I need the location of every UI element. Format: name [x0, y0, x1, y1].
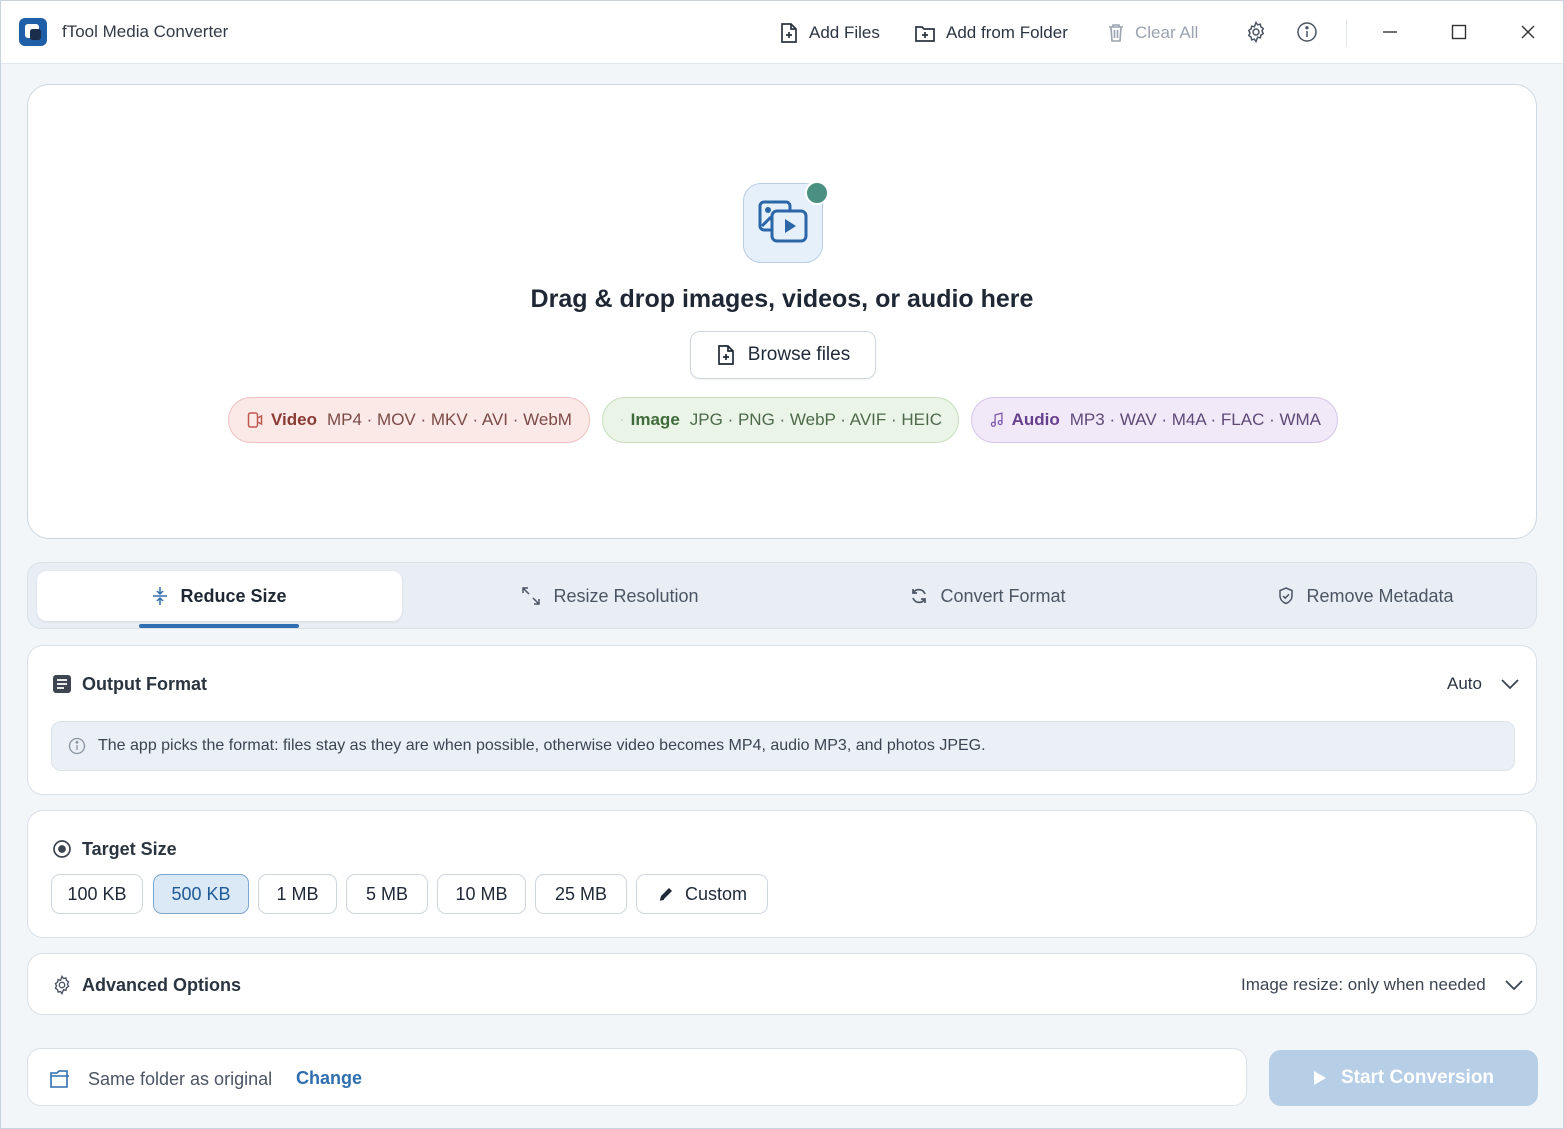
maximize-button[interactable] — [1446, 19, 1472, 45]
close-window-button[interactable] — [1515, 19, 1541, 45]
size-option-custom[interactable]: Custom — [636, 874, 768, 914]
chevron-down-icon — [1501, 679, 1519, 690]
settings-icon — [54, 975, 70, 995]
close-icon — [1521, 25, 1535, 39]
drop-zone-title: Drag & drop images, videos, or audio her… — [530, 285, 1034, 313]
advanced-options-card[interactable]: Advanced Options Image resize: only when… — [27, 953, 1537, 1015]
tab-remove-metadata-label: Remove Metadata — [1306, 585, 1454, 606]
size-option-label: 5 MB — [365, 883, 408, 904]
size-option-label: 10 MB — [455, 883, 508, 904]
start-conversion-button[interactable]: Start Conversion — [1269, 1050, 1538, 1106]
output-format-value: Auto — [1447, 674, 1482, 693]
video-chip-formats: MP4 · MOV · MKV · AVI · WebM — [326, 410, 572, 429]
settings-icon[interactable] — [1245, 21, 1267, 43]
video-icon — [247, 412, 263, 428]
image-chip-formats: JPG · PNG · WebP · AVIF · HEIC — [689, 410, 942, 429]
add-from-folder-button[interactable]: Add from Folder — [914, 21, 1068, 45]
compress-icon — [153, 587, 168, 605]
size-option-label: 500 KB — [171, 883, 231, 904]
video-chip-label: Video — [271, 410, 317, 429]
document-list-icon — [53, 675, 71, 693]
play-icon — [1313, 1071, 1326, 1085]
titlebar-separator — [1346, 19, 1347, 47]
output-destination: Same folder as original Change — [27, 1048, 1247, 1106]
tab-resize-resolution-label: Resize Resolution — [553, 585, 699, 606]
maximize-icon — [1451, 24, 1467, 40]
pencil-icon — [659, 888, 672, 901]
size-option-label: 100 KB — [67, 883, 127, 904]
tab-remove-metadata[interactable]: Remove Metadata — [1196, 571, 1536, 621]
drop-zone[interactable]: Drag & drop images, videos, or audio her… — [27, 84, 1537, 539]
browse-files-button[interactable]: Browse files — [690, 331, 876, 379]
size-option-25mb[interactable]: 25 MB — [535, 874, 627, 914]
expand-icon — [522, 587, 541, 605]
trash-icon — [1109, 24, 1123, 42]
add-files-label: Add Files — [809, 23, 880, 42]
output-format-card: Output Format Auto The app picks the for… — [27, 645, 1537, 795]
add-file-icon — [717, 345, 734, 365]
add-folder-icon — [915, 26, 935, 42]
change-destination-link[interactable]: Change — [296, 1068, 362, 1089]
audio-formats-chip: Audio MP3 · WAV · M4A · FLAC · WMA — [971, 397, 1338, 443]
size-option-label: 25 MB — [554, 883, 608, 904]
start-conversion-label: Start Conversion — [1340, 1067, 1495, 1088]
destination-text: Same folder as original — [88, 1069, 273, 1089]
advanced-options-toggle[interactable]: Image resize: only when needed — [1241, 975, 1524, 995]
shield-check-icon — [1279, 587, 1294, 605]
chevron-down-icon — [1505, 980, 1523, 991]
target-icon — [53, 840, 71, 858]
folder-icon — [50, 1070, 69, 1088]
minimize-button[interactable] — [1377, 19, 1403, 45]
size-option-label: 1 MB — [276, 883, 319, 904]
image-chip-label: Image — [630, 410, 680, 429]
info-icon[interactable] — [1296, 21, 1318, 43]
browse-files-label: Browse files — [747, 344, 851, 365]
mode-tabs: Reduce Size Resize Resolution Convert Fo… — [27, 562, 1537, 629]
clear-all-label: Clear All — [1135, 23, 1199, 42]
status-dot — [805, 181, 829, 205]
output-format-info: The app picks the format: files stay as … — [51, 721, 1515, 771]
audio-chip-formats: MP3 · WAV · M4A · FLAC · WMA — [1069, 410, 1321, 429]
size-option-10mb[interactable]: 10 MB — [437, 874, 526, 914]
output-format-info-text: The app picks the format: files stay as … — [98, 737, 986, 754]
output-format-title: Output Format — [82, 674, 207, 694]
advanced-options-title: Advanced Options — [82, 975, 242, 995]
image-formats-chip: Image JPG · PNG · WebP · AVIF · HEIC — [602, 397, 959, 443]
app-logo-icon — [19, 18, 47, 46]
size-option-500kb[interactable]: 500 KB — [153, 874, 249, 914]
tab-reduce-size-label: Reduce Size — [180, 585, 287, 606]
tab-convert-format-label: Convert Format — [940, 585, 1066, 606]
output-format-dropdown[interactable]: Auto — [1447, 674, 1520, 694]
tab-convert-format[interactable]: Convert Format — [818, 571, 1158, 621]
title-bar: fTool Media Converter Add Files Add from… — [1, 1, 1563, 64]
clear-all-button[interactable]: Clear All — [1107, 21, 1198, 45]
refresh-icon — [912, 588, 927, 604]
info-icon — [68, 737, 86, 755]
image-icon — [621, 419, 623, 421]
tab-reduce-size[interactable]: Reduce Size — [37, 571, 402, 621]
advanced-options-summary: Image resize: only when needed — [1241, 975, 1486, 994]
add-from-folder-label: Add from Folder — [946, 23, 1068, 42]
app-title: fTool Media Converter — [62, 22, 229, 41]
music-note-icon — [990, 412, 1003, 427]
size-option-5mb[interactable]: 5 MB — [346, 874, 428, 914]
active-tab-indicator — [139, 624, 299, 628]
target-size-card: Target Size 100 KB 500 KB 1 MB 5 MB 10 M… — [27, 810, 1537, 938]
add-files-button[interactable]: Add Files — [779, 21, 880, 45]
minimize-icon — [1383, 31, 1397, 33]
video-formats-chip: Video MP4 · MOV · MKV · AVI · WebM — [228, 397, 590, 443]
tab-resize-resolution[interactable]: Resize Resolution — [440, 571, 780, 621]
size-option-label: Custom — [684, 883, 747, 904]
target-size-title: Target Size — [82, 839, 177, 859]
add-file-icon — [781, 23, 797, 43]
audio-chip-label: Audio — [1011, 410, 1060, 429]
size-option-1mb[interactable]: 1 MB — [258, 874, 337, 914]
size-option-100kb[interactable]: 100 KB — [51, 874, 143, 914]
